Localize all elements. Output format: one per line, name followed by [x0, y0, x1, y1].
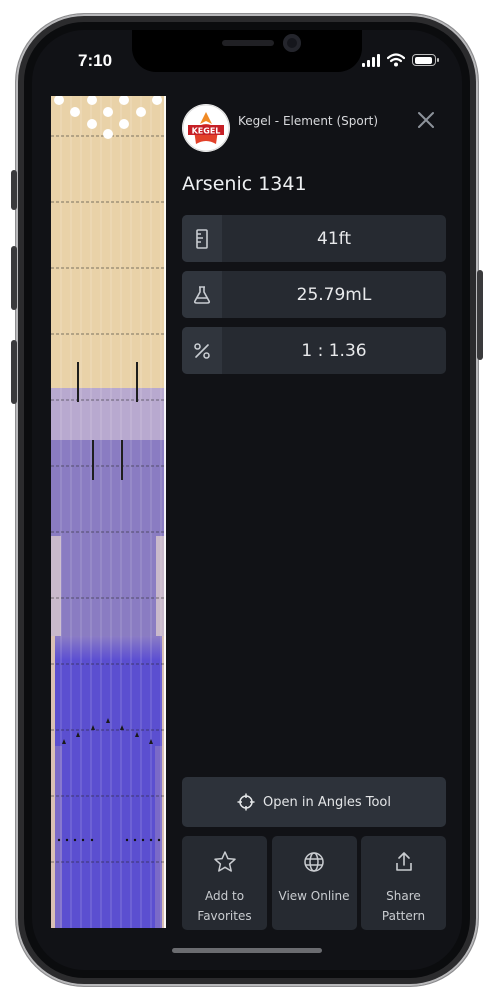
- open-angles-tool-button[interactable]: Open in Angles Tool: [182, 777, 446, 827]
- speaker: [222, 40, 274, 46]
- ratio-value: 1 : 1.36: [301, 340, 367, 361]
- ruler-icon: [182, 215, 222, 262]
- share-label-line2: Pattern: [381, 909, 426, 923]
- share-label-line1: Share: [386, 889, 421, 903]
- star-icon: [213, 851, 236, 872]
- home-indicator[interactable]: [172, 948, 322, 953]
- volume-up-button: [11, 246, 17, 310]
- pattern-title: Arsenic 1341: [182, 173, 307, 195]
- view-online-label: View Online: [278, 889, 350, 903]
- status-icons: [362, 52, 439, 68]
- screen: 7:10 KEGEL Kegel - Element (Sport) Arsen…: [32, 30, 462, 970]
- volume-value: 25.79mL: [296, 284, 372, 305]
- volume-down-button: [11, 340, 17, 404]
- favorites-label-line1: Add to: [204, 889, 245, 903]
- oil-zone-light: [51, 388, 166, 440]
- battery-icon: [412, 54, 439, 66]
- cellular-signal-icon: [362, 53, 380, 67]
- percent-icon: [182, 327, 222, 374]
- length-value: 41ft: [317, 228, 351, 249]
- oil-pattern-svg: [51, 96, 166, 928]
- brand-logo-text: KEGEL: [192, 127, 221, 136]
- notch: [132, 30, 362, 72]
- favorites-label-line2: Favorites: [197, 909, 252, 923]
- status-time: 7:10: [78, 51, 113, 70]
- power-button: [477, 270, 483, 360]
- globe-icon: [304, 852, 324, 872]
- close-button[interactable]: [416, 110, 436, 130]
- stat-volume: 25.79mL: [182, 271, 446, 318]
- stat-length: 41ft: [182, 215, 446, 262]
- brand-logo: KEGEL: [182, 104, 230, 152]
- stat-ratio: 1 : 1.36: [182, 327, 446, 374]
- add-to-favorites-button[interactable]: Add to Favorites: [182, 836, 267, 930]
- crosshair-icon: [237, 793, 255, 811]
- open-angles-tool-label: Open in Angles Tool: [263, 794, 391, 810]
- wifi-icon: [387, 53, 405, 67]
- share-icon: [395, 852, 412, 871]
- flask-icon: [182, 271, 222, 318]
- oil-zone-mid: [51, 440, 166, 536]
- mute-switch: [11, 170, 17, 210]
- oil-pattern-graph[interactable]: [51, 96, 166, 928]
- view-online-button[interactable]: View Online: [271, 836, 357, 930]
- front-camera: [283, 34, 301, 52]
- close-icon: [418, 112, 434, 128]
- brand-name: Kegel - Element (Sport): [238, 114, 379, 128]
- share-pattern-button[interactable]: Share Pattern: [361, 836, 446, 930]
